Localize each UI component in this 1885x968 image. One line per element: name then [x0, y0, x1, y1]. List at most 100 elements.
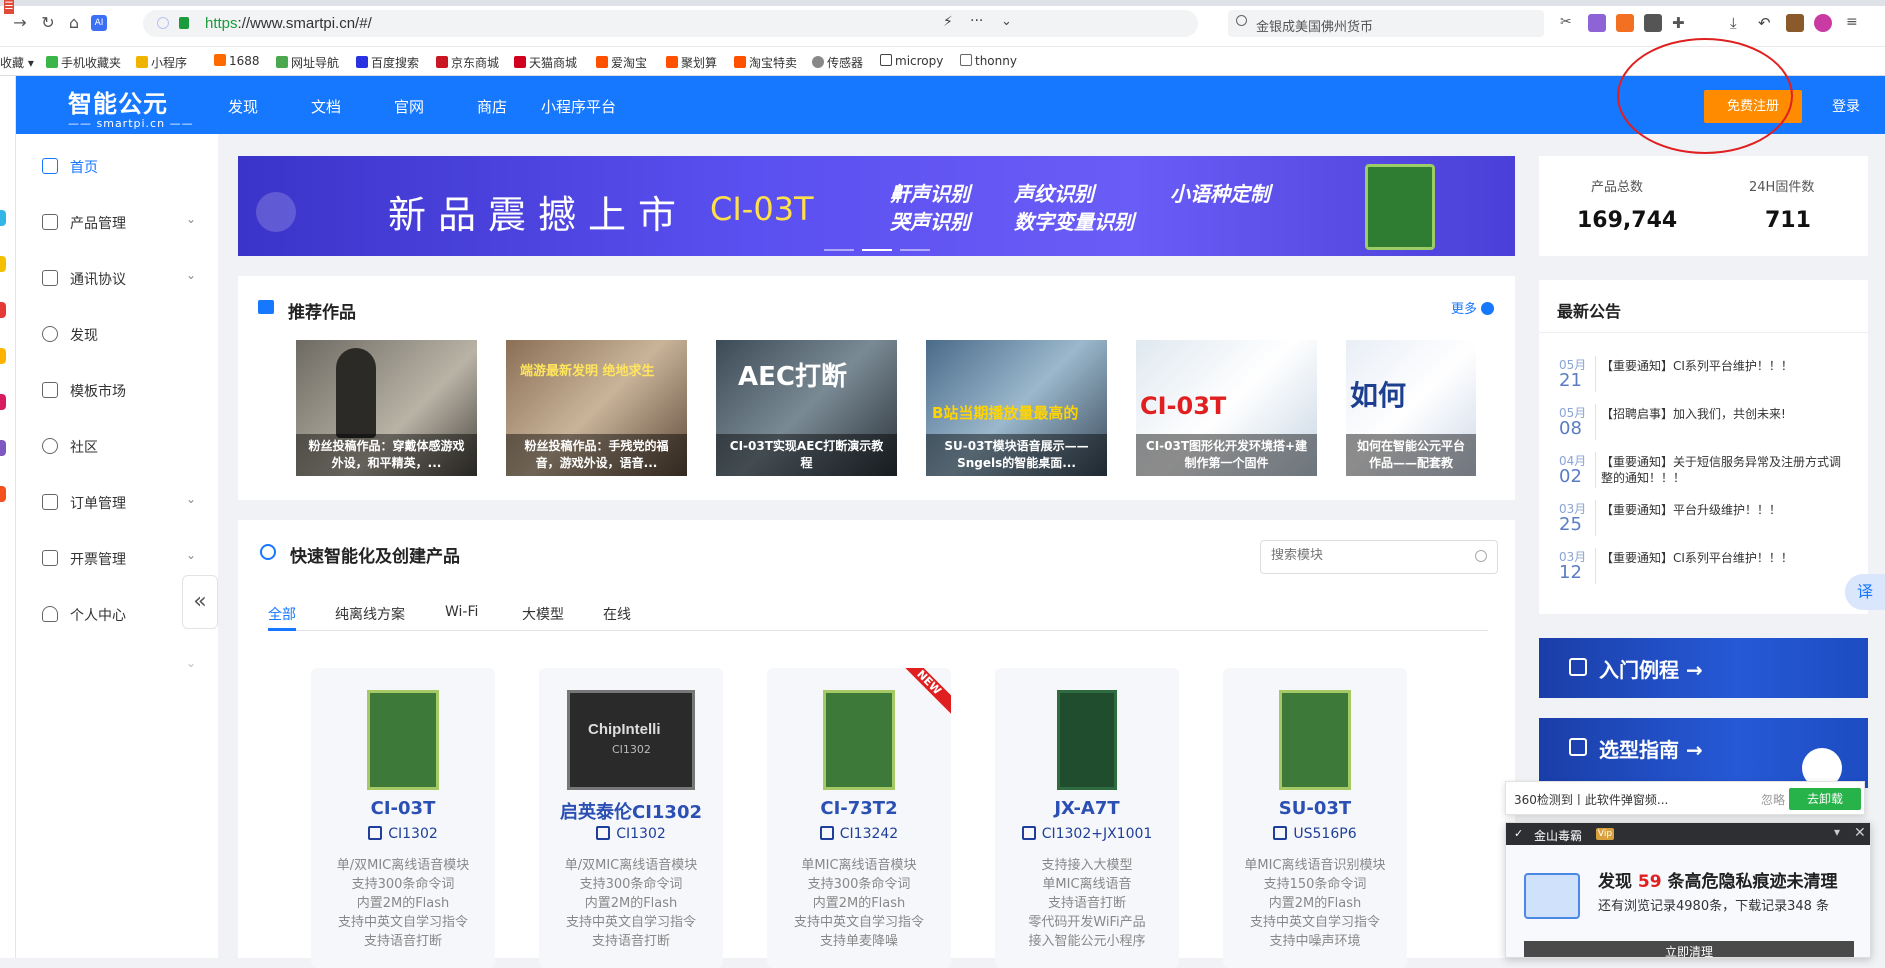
sidebar-app-icon[interactable] [0, 394, 6, 410]
menu-item-invoices[interactable]: 开票管理 ⌄ [16, 538, 218, 578]
forward-icon[interactable]: → [10, 13, 30, 33]
scissors-icon[interactable]: ✂ [1560, 14, 1578, 32]
announcement-item[interactable]: 05月 08 【招聘启事】加入我们，共创未来! [1559, 404, 1859, 444]
bookmark-tmall[interactable]: 天猫商城 [514, 54, 577, 71]
nav-discover[interactable]: 发现 [228, 96, 258, 117]
briefcase-icon[interactable] [1786, 14, 1804, 32]
bookmark-1688[interactable]: 1688 [214, 54, 260, 68]
nav-docs[interactable]: 文档 [311, 96, 341, 117]
collapse-menu-button[interactable]: « [182, 575, 218, 629]
menu-icon[interactable]: ≡ [1846, 14, 1864, 32]
sidebar-app-icon[interactable] [0, 440, 6, 456]
bookmark-jd[interactable]: 京东商城 [436, 54, 499, 71]
nav-shop[interactable]: 商店 [477, 96, 507, 117]
tab-online[interactable]: 在线 [603, 604, 631, 624]
announcement-item[interactable]: 03月 12 【重要通知】CI系列平台维护！！！ [1559, 548, 1859, 588]
shield-icon[interactable] [1644, 14, 1662, 32]
bookmark-nav[interactable]: 网址导航 [276, 54, 339, 71]
menu-item-protocol[interactable]: 通讯协议 ⌄ [16, 258, 218, 298]
product-desc: 单/双MIC离线语音模块 支持300条命令词 内置2M的Flash 支持中英文自学习指… [336, 858, 470, 949]
work-card[interactable]: CI-03T CI-03T图形化开发环境搭+建制作第一个固件 [1136, 340, 1317, 476]
sidebar-app-icon[interactable] [0, 348, 6, 364]
popup-subtitle: 还有浏览记录4980条，下载记录348 条 [1598, 899, 1830, 914]
search-query[interactable]: 金银成美国佛州货币 [1256, 16, 1373, 35]
carousel-dots[interactable] [824, 240, 938, 255]
promo-banner[interactable]: 新品震撼上市 CI-03T 鼾声识别 哭声识别 声纹识别 数字变量识别 小语种定… [238, 156, 1515, 256]
ai-icon[interactable]: AI [91, 15, 107, 31]
bookmark-baidu[interactable]: 百度搜索 [356, 54, 419, 71]
site-info-icon[interactable] [157, 17, 169, 29]
tab-offline[interactable]: 纯离线方案 [335, 604, 405, 624]
tab-wifi[interactable]: Wi-Fi [445, 604, 478, 620]
module-search-input[interactable] [1271, 548, 1461, 563]
close-icon[interactable]: ✕ [1854, 825, 1866, 841]
flash-icon[interactable]: ⚡ [943, 14, 953, 30]
puzzle-icon[interactable]: ✚ [1672, 14, 1690, 32]
menu-item-templates[interactable]: 模板市场 [16, 370, 218, 410]
announcement-item[interactable]: 04月 02 【重要通知】关于短信服务异常及注册方式调整的通知！！！ [1559, 452, 1859, 492]
translate-button[interactable]: 译 [1845, 574, 1885, 610]
bookmark-micropy[interactable]: micropy [880, 54, 943, 68]
bookmark-aitaobao[interactable]: 爱淘宝 [596, 54, 647, 71]
menu-item-products[interactable]: 产品管理 ⌄ [16, 202, 218, 242]
product-card[interactable]: ChipIntelli CI1302 启英泰伦CI1302 CI1302 单/双… [539, 668, 723, 968]
chevron-down-icon[interactable]: ⌄ [1001, 14, 1012, 29]
address-bar[interactable]: https://www.smartpi.cn/#/ ⚡ ··· ⌄ [143, 10, 1198, 37]
work-card[interactable]: 端游最新发明 绝地求生 粉丝投稿作品：手残党的福音，游戏外设，语音... [506, 340, 687, 476]
clean-now-button[interactable]: 立即清理 [1524, 941, 1854, 957]
sidebar-app-icon[interactable] [0, 486, 6, 502]
bookmark-juhuasuan[interactable]: 聚划算 [666, 54, 717, 71]
sidebar-app-icon[interactable] [0, 256, 6, 272]
banner-tag: 鼾声识别 [890, 182, 970, 206]
download-icon[interactable]: ⤓ [1730, 14, 1748, 32]
announcement-item[interactable]: 05月 21 【重要通知】CI系列平台维护！！！ [1559, 356, 1859, 396]
community-icon [42, 438, 58, 454]
login-link[interactable]: 登录 [1832, 96, 1860, 116]
uninstall-button[interactable]: 去卸载 [1789, 788, 1861, 810]
nav-miniprogram[interactable]: 小程序平台 [541, 96, 616, 117]
module-search[interactable] [1260, 540, 1498, 574]
menu-item-community[interactable]: 社区 [16, 426, 218, 466]
announcement-item[interactable]: 03月 25 【重要通知】平台升级维护！！！ [1559, 500, 1859, 540]
bookmark-sensor[interactable]: 传感器 [812, 54, 863, 71]
product-card[interactable]: JX-A7T CI1302+JX1001 支持接入大模型 单MIC离线语音 支持语音… [995, 668, 1179, 968]
nav-official-site[interactable]: 官网 [394, 96, 424, 117]
work-card[interactable]: B站当期播放量最高的 SU-03T模块语音展示——Sngels的智能桌面... [926, 340, 1107, 476]
product-card[interactable]: NEW CI-73T2 CI13242 单MIC离线语音模块 支持300条命令词内… [767, 668, 951, 968]
reload-icon[interactable]: ↻ [38, 13, 58, 33]
intro-tutorial-banner[interactable]: 入门例程 → [1539, 638, 1868, 698]
bookmark-taobao-sale[interactable]: 淘宝特卖 [734, 54, 797, 71]
menu-item-orders[interactable]: 订单管理 ⌄ [16, 482, 218, 522]
tab-all[interactable]: 全部 [268, 604, 296, 624]
fox-icon[interactable] [1616, 14, 1634, 32]
bookmark-mobile[interactable]: 手机收藏夹 [46, 54, 121, 71]
bookmark-favorites[interactable]: 收藏 ▾ [0, 54, 34, 71]
sidebar-app-icon[interactable] [0, 302, 6, 318]
browser-search[interactable]: 金银成美国佛州货币 [1228, 10, 1544, 37]
tab-llm[interactable]: 大模型 [522, 604, 564, 624]
sidebar-app-icon[interactable] [0, 210, 6, 226]
selection-guide-banner[interactable]: 选型指南 → [1539, 718, 1868, 788]
bookmark-thonny[interactable]: thonny [960, 54, 1017, 68]
avatar-icon[interactable] [1814, 14, 1832, 32]
menu-item-home[interactable]: 首页 [16, 146, 218, 186]
minimize-icon[interactable]: ▾ [1834, 825, 1840, 839]
undo-icon[interactable]: ↶ [1758, 14, 1776, 32]
product-card[interactable]: SU-03T US516P6 单MIC离线语音识别模块 支持150条命令词 内置2M… [1223, 668, 1407, 968]
bookmark-miniprogram[interactable]: 小程序 [136, 54, 187, 71]
product-chip: CI1302 [311, 826, 495, 842]
recommended-section: 推荐作品 更多 粉丝投稿作品：穿戴体感游戏外设，和平精英，... 端游最新发明 … [238, 276, 1515, 500]
ignore-link[interactable]: 忽略 [1761, 791, 1785, 808]
site-logo[interactable]: 智能公元 —— smartpi.cn —— [68, 84, 194, 130]
url-text[interactable]: https://www.smartpi.cn/#/ [205, 15, 372, 32]
more-icon[interactable]: ··· [970, 13, 983, 29]
home-icon[interactable]: ⌂ [64, 13, 84, 33]
work-card[interactable]: 如何 如何在智能公元平台作品——配套教 [1346, 340, 1476, 476]
chip-icon [1273, 826, 1288, 840]
extension-purple-icon[interactable] [1588, 14, 1606, 32]
product-card[interactable]: CI-03T CI1302 单/双MIC离线语音模块 支持300条命令词 内置2M的… [311, 668, 495, 968]
more-link[interactable]: 更多 [1451, 298, 1495, 317]
work-card[interactable]: AEC打断 CI-03T实现AEC打断演示教程 [716, 340, 897, 476]
menu-item-discover[interactable]: 发现 [16, 314, 218, 354]
work-card[interactable]: 粉丝投稿作品：穿戴体感游戏外设，和平精英，... [296, 340, 477, 476]
